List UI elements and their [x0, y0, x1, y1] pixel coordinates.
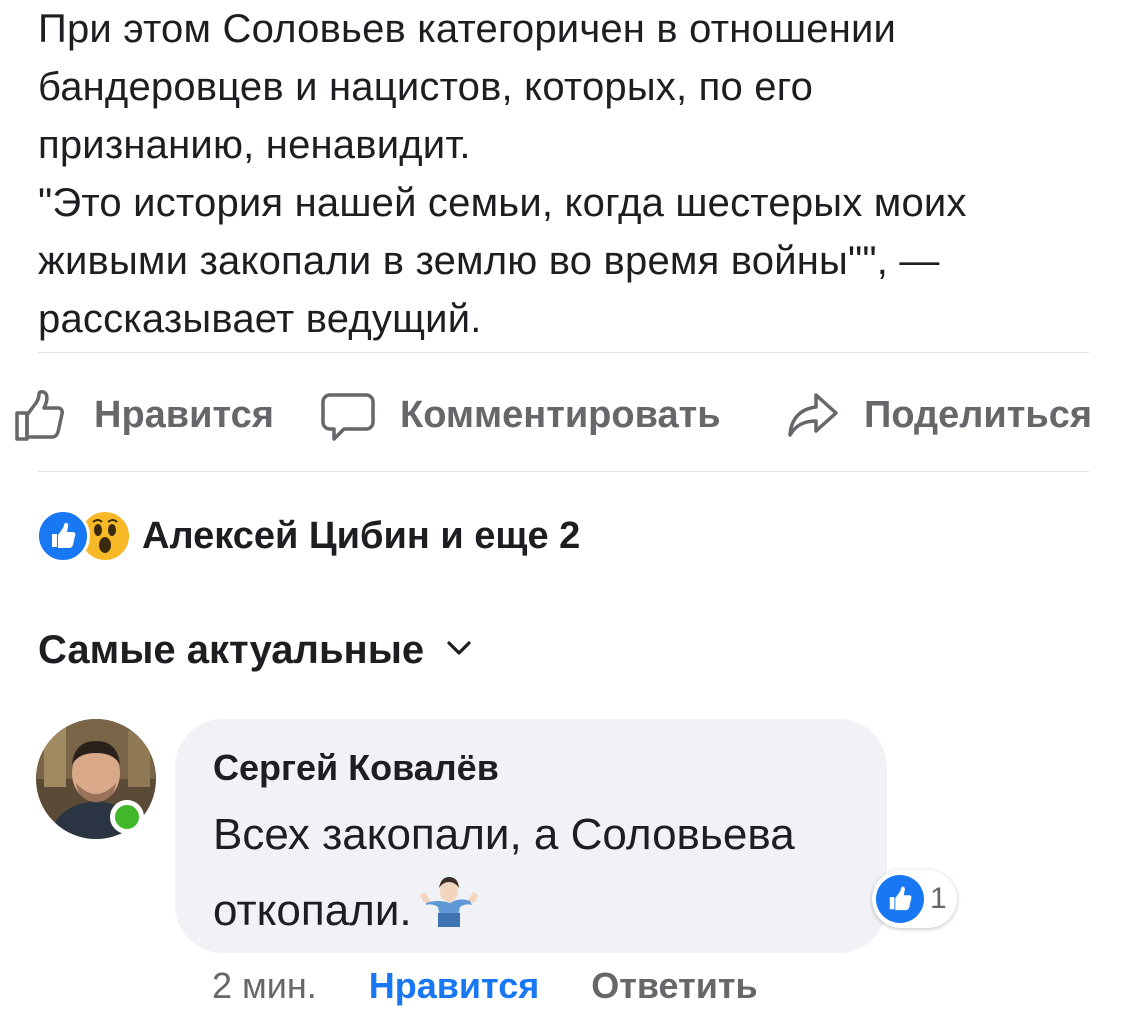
divider-top	[38, 352, 1089, 353]
like-reaction-icon	[876, 875, 924, 923]
comment-like-button[interactable]: Нравится	[369, 965, 539, 1007]
comments-sort-label: Самые актуальные	[38, 627, 425, 672]
comment-bubble-icon	[320, 387, 376, 443]
comment-like-count[interactable]: 1	[872, 870, 957, 928]
comment-text: Всех закопали, а Соловьева откопали.	[213, 797, 873, 951]
divider-bottom	[38, 471, 1089, 472]
post-text-line: "Это история нашей семьи, когда шестерых…	[38, 181, 967, 225]
comment-text-line: Всех закопали, а Соловьева	[213, 810, 795, 859]
share-arrow-icon	[786, 387, 840, 443]
thumbs-up-icon	[12, 387, 68, 443]
comments-sort-dropdown[interactable]: Самые актуальные	[38, 620, 472, 680]
share-button[interactable]: Поделиться	[786, 380, 1092, 450]
comment-author[interactable]: Сергей Ковалёв	[213, 747, 499, 789]
post-text-line: рассказывает ведущий.	[38, 297, 482, 341]
like-button-label: Нравится	[94, 393, 274, 436]
post-text-line: признанию, ненавидит.	[38, 123, 471, 167]
post-text-line: При этом Соловьев категоричен в отношени…	[38, 7, 897, 51]
comment-button-label: Комментировать	[400, 393, 721, 436]
post-text-line: бандеровцев и нацистов, которых, по его	[38, 65, 814, 109]
like-reaction-icon	[36, 509, 90, 563]
post-action-bar: Нравится Комментировать Поделиться	[0, 380, 1125, 450]
online-status-indicator	[110, 800, 144, 834]
comment-button[interactable]: Комментировать	[320, 380, 721, 450]
shrug-emoji-icon	[418, 875, 480, 951]
like-button[interactable]: Нравится	[12, 380, 274, 450]
reactions-names[interactable]: Алексей Цибин и еще 2	[142, 515, 580, 558]
share-button-label: Поделиться	[864, 393, 1093, 436]
comment-text-line: откопали.	[213, 886, 412, 935]
reactions-summary[interactable]: Алексей Цибин и еще 2	[36, 508, 580, 564]
comment-reply-button[interactable]: Ответить	[591, 965, 757, 1007]
chevron-down-icon	[424, 639, 472, 662]
comment-like-number: 1	[930, 882, 947, 915]
comment-meta: 2 мин. Нравится Ответить	[212, 960, 758, 1012]
post-text: При этом Соловьев категоричен в отношени…	[38, 0, 1098, 348]
post-text-line: живыми закопали в землю во время войны""…	[38, 239, 940, 283]
comment-timestamp[interactable]: 2 мин.	[212, 965, 317, 1007]
comment-bubble: Сергей Ковалёв Всех закопали, а Соловьев…	[175, 719, 887, 953]
